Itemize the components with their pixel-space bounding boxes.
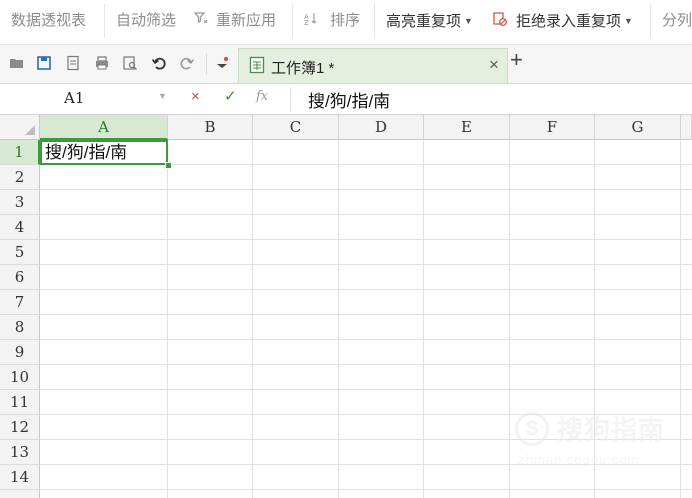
tab-workbook1[interactable]: 工作簿1 * ×	[238, 48, 508, 83]
svg-text:Z: Z	[304, 19, 309, 25]
gridline	[40, 189, 692, 190]
cell-a1[interactable]: 搜/狗/指/南	[40, 140, 168, 165]
highlight-duplicates-label: 高亮重复项	[386, 13, 462, 30]
row-header-5[interactable]: 5	[0, 240, 40, 265]
gridline	[40, 489, 692, 490]
reject-duplicates-button[interactable]: 拒绝录入重复项 ▼	[516, 0, 633, 44]
watermark-url: zhinan.sogou.com	[518, 452, 640, 467]
column-header-overflow[interactable]	[681, 115, 692, 140]
chevron-down-icon: ▼	[464, 16, 473, 26]
select-all-corner[interactable]	[0, 115, 40, 140]
text-to-columns-button[interactable]: 分列	[662, 0, 692, 44]
column-header-g[interactable]: G	[595, 115, 681, 140]
row-header-4[interactable]: 4	[0, 215, 40, 240]
gridline	[40, 389, 692, 390]
print-preview-icon[interactable]	[122, 55, 138, 71]
gridline	[40, 364, 692, 365]
watermark: S 搜狗指南 zhinan.sogou.com	[515, 410, 685, 470]
column-header-c[interactable]: C	[253, 115, 339, 140]
gridline	[40, 264, 692, 265]
gridline	[167, 140, 168, 498]
column-header-d[interactable]: D	[339, 115, 424, 140]
auto-filter-button[interactable]: 自动筛选	[116, 0, 176, 44]
ribbon-divider	[104, 4, 105, 38]
column-header-f[interactable]: F	[510, 115, 595, 140]
undo-icon[interactable]	[151, 55, 167, 71]
sort-button[interactable]: 排序	[330, 0, 360, 44]
gridline	[338, 140, 339, 498]
row-header-7[interactable]: 7	[0, 290, 40, 315]
column-header-e[interactable]: E	[424, 115, 510, 140]
row-header-13[interactable]: 13	[0, 440, 40, 465]
gridline	[40, 239, 692, 240]
ribbon-divider	[374, 4, 375, 38]
formula-bar: A1 ▼ × ✓ fx 搜/狗/指/南	[0, 84, 692, 115]
formula-divider	[290, 87, 291, 111]
name-box[interactable]: A1 ▼	[0, 84, 170, 114]
reapply-filter-icon[interactable]	[194, 11, 208, 25]
gridline	[509, 140, 510, 498]
row-header-3[interactable]: 3	[0, 190, 40, 215]
sort-icon[interactable]: A Z	[304, 11, 318, 25]
gridline	[40, 289, 692, 290]
save-icon[interactable]	[36, 55, 52, 71]
highlight-duplicates-button[interactable]: 高亮重复项 ▼	[386, 0, 473, 44]
row-header-8[interactable]: 8	[0, 315, 40, 340]
row-header-11[interactable]: 11	[0, 390, 40, 415]
close-tab-button[interactable]: ×	[489, 55, 499, 75]
ribbon-toolbar: 数据透视表 自动筛选 重新应用 A Z 排序 高亮重复项 ▼ 拒绝录入重复项 ▼ 分…	[0, 0, 692, 45]
print-icon[interactable]	[94, 55, 110, 71]
gridline	[40, 214, 692, 215]
row-header-14[interactable]: 14	[0, 465, 40, 490]
row-header-10[interactable]: 10	[0, 365, 40, 390]
open-icon[interactable]	[9, 55, 25, 71]
quick-access-divider	[206, 53, 207, 75]
row-header-9[interactable]: 9	[0, 340, 40, 365]
chevron-down-icon: ▼	[624, 16, 633, 26]
gridline	[40, 339, 692, 340]
confirm-edit-button[interactable]: ✓	[224, 87, 237, 105]
export-pdf-icon[interactable]	[65, 55, 81, 71]
gridline	[40, 314, 692, 315]
pivot-table-button[interactable]: 数据透视表	[11, 0, 86, 44]
reapply-button[interactable]: 重新应用	[216, 0, 276, 44]
fill-handle[interactable]	[165, 162, 172, 169]
reject-duplicates-icon[interactable]	[493, 12, 507, 26]
gridline	[252, 140, 253, 498]
row-header-12[interactable]: 12	[0, 415, 40, 440]
ribbon-divider	[650, 4, 651, 38]
row-header-15[interactable]	[0, 490, 40, 498]
ribbon-divider	[292, 4, 293, 38]
reject-duplicates-label: 拒绝录入重复项	[516, 13, 622, 30]
tab-title: 工作簿1 *	[271, 60, 335, 77]
row-header-6[interactable]: 6	[0, 265, 40, 290]
row-header-1[interactable]: 1	[0, 140, 40, 165]
column-header-a[interactable]: A	[40, 115, 168, 140]
row-header-2[interactable]: 2	[0, 165, 40, 190]
name-box-value: A1	[64, 89, 85, 107]
select-all-icon	[25, 125, 35, 135]
formula-input[interactable]: 搜/狗/指/南	[308, 87, 390, 112]
insert-function-button[interactable]: fx	[256, 89, 268, 104]
quick-access-bar: 工作簿1 * × +	[0, 45, 692, 84]
new-tab-button[interactable]: +	[510, 47, 523, 73]
column-header-b[interactable]: B	[168, 115, 253, 140]
spreadsheet-file-icon	[249, 56, 265, 74]
chevron-down-icon[interactable]: ▼	[158, 91, 167, 101]
customize-icon[interactable]	[214, 55, 230, 71]
sogou-logo-icon: S	[515, 412, 549, 446]
redo-icon[interactable]	[179, 55, 195, 71]
cancel-edit-button[interactable]: ×	[191, 88, 200, 105]
watermark-text: 搜狗指南	[557, 415, 666, 445]
gridline	[423, 140, 424, 498]
